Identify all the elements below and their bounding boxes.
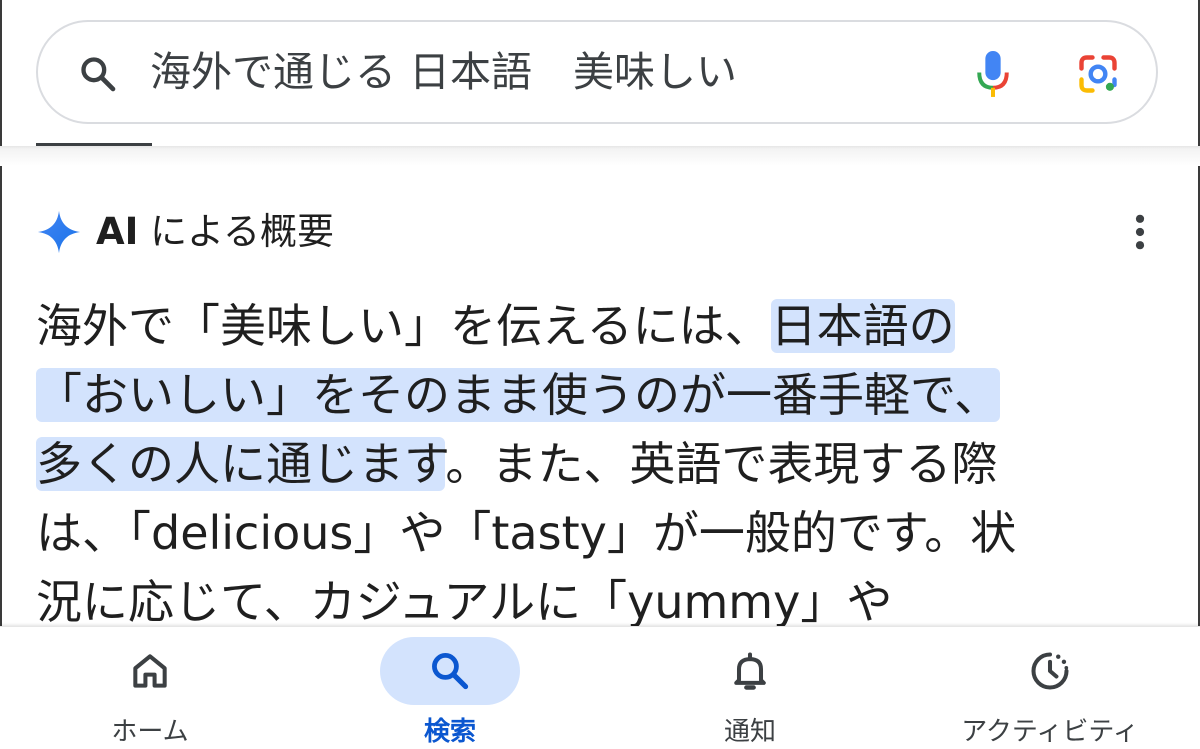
text-segment: 。また、英語で表現する際	[445, 437, 998, 491]
nav-item-search[interactable]: 検索	[300, 627, 600, 749]
highlighted-text[interactable]: 多くの人に通じます	[36, 437, 446, 491]
search-icon[interactable]	[78, 54, 118, 94]
google-lens-icon[interactable]	[1076, 52, 1120, 96]
bottom-navigation: ホーム 検索 通知 アクティビティ	[0, 626, 1200, 749]
nav-label-activity: アクティビティ	[961, 717, 1139, 747]
nav-label-notifications: 通知	[723, 717, 776, 747]
nav-item-notifications[interactable]: 通知	[600, 627, 900, 749]
ai-overview-header: AI による概要	[36, 204, 334, 260]
ai-title-suffix: による概要	[150, 210, 335, 253]
nav-label-home: ホーム	[111, 717, 189, 747]
text-segment: 況に応じて、カジュアルに「yummy」や	[36, 575, 893, 629]
activity-icon	[1031, 652, 1069, 690]
ai-title-prefix: AI	[96, 210, 139, 253]
text-line: は、「delicious」や「tasty」が一般的です。状	[36, 499, 1166, 568]
page: 海外で通じる 日本語 美味しい AI による概要 海外で「美味しい」を伝えるには…	[0, 0, 1200, 749]
bell-icon	[734, 652, 766, 690]
text-line: 「おいしい」をそのまま使うのが一番手軽で、	[36, 361, 1166, 430]
text-segment: 海外で「美味しい」を伝えるには、	[36, 299, 771, 353]
ai-overview-title: AI による概要	[96, 204, 334, 260]
sparkle-icon	[37, 210, 81, 254]
header-divider	[0, 146, 1200, 166]
more-vert-icon[interactable]	[1122, 210, 1158, 254]
text-segment: は、「delicious」や「tasty」が一般的です。状	[36, 506, 1017, 560]
text-line: 海外で「美味しい」を伝えるには、日本語の	[36, 292, 1166, 361]
highlighted-text[interactable]: 「おいしい」をそのまま使うのが一番手軽で、	[36, 368, 1001, 422]
ai-overview-text: 海外で「美味しい」を伝えるには、日本語の 「おいしい」をそのまま使うのが一番手軽…	[36, 292, 1166, 637]
home-icon	[133, 654, 167, 688]
text-line: 多くの人に通じます。また、英語で表現する際	[36, 430, 1166, 499]
highlighted-text[interactable]: 日本語の	[770, 299, 955, 353]
mic-icon[interactable]	[974, 48, 1012, 100]
nav-label-search: 検索	[423, 717, 476, 747]
search-input[interactable]: 海外で通じる 日本語 美味しい	[150, 44, 737, 100]
search-icon	[432, 653, 469, 690]
nav-item-home[interactable]: ホーム	[0, 627, 300, 749]
nav-item-activity[interactable]: アクティビティ	[900, 627, 1200, 749]
